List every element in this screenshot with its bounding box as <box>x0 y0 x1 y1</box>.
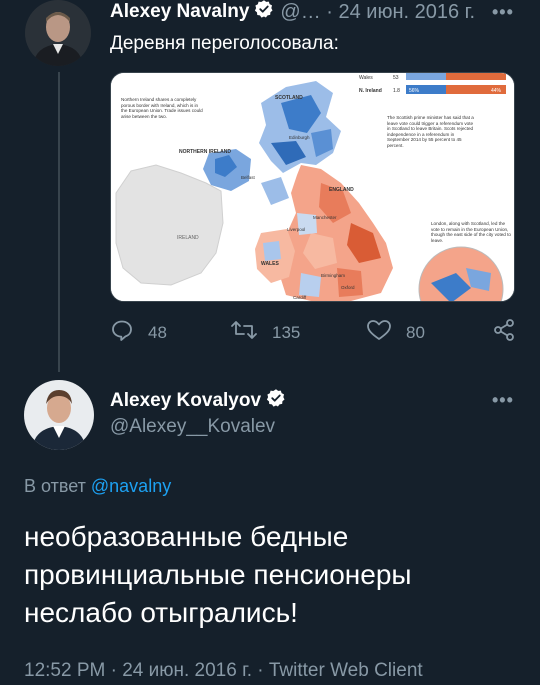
tweet2-header: Alexey Kovalyov <box>110 388 286 413</box>
retweet-count: 135 <box>272 322 301 342</box>
share-button[interactable] <box>492 318 530 347</box>
svg-text:1.8: 1.8 <box>393 88 400 94</box>
reply-to-line: В ответ @navalny <box>24 476 171 497</box>
svg-text:Birmingham: Birmingham <box>321 273 345 278</box>
navalny-avatar[interactable] <box>25 0 91 66</box>
tweet2-handle[interactable]: @Alexey__Kovalev <box>110 416 275 438</box>
tweet1-actions: 48 135 80 <box>110 318 520 350</box>
svg-text:Cardiff: Cardiff <box>293 295 307 300</box>
verified-badge-icon <box>266 388 286 413</box>
svg-text:Belfast: Belfast <box>241 175 256 180</box>
reply-icon <box>110 318 148 347</box>
like-icon <box>366 318 406 347</box>
tweet2-footer: 12:52 PM · 24 июн. 2016 г. · Twitter Web… <box>24 660 423 681</box>
note-london: London, along with Scotland, led the vot… <box>431 221 511 243</box>
tweet1-author-name[interactable]: Alexey Navalny <box>110 1 249 23</box>
reply-prefix: В ответ <box>24 476 91 496</box>
retweet-icon <box>230 318 272 347</box>
reply-count: 48 <box>148 322 167 342</box>
tweet1-text: Деревня переголосовала: <box>110 33 339 54</box>
kovalev-avatar[interactable] <box>24 380 94 450</box>
svg-text:WALES: WALES <box>261 261 279 267</box>
like-button[interactable]: 80 <box>366 318 425 347</box>
svg-text:Oxford: Oxford <box>341 285 355 290</box>
more-icon[interactable]: ••• <box>492 390 514 411</box>
svg-text:NORTHERN IRELAND: NORTHERN IRELAND <box>179 149 231 155</box>
svg-text:53: 53 <box>393 75 399 81</box>
more-icon[interactable]: ••• <box>492 2 514 23</box>
svg-text:SCOTLAND: SCOTLAND <box>275 95 303 101</box>
svg-text:N. Ireland: N. Ireland <box>359 88 382 94</box>
svg-text:Edinburgh: Edinburgh <box>289 135 310 140</box>
tweet2-text: необразованные бедные провинциальные пен… <box>24 521 412 628</box>
tweet2-author-name[interactable]: Alexey Kovalyov <box>110 390 261 412</box>
svg-text:ENGLAND: ENGLAND <box>329 187 354 193</box>
reply-button[interactable]: 48 <box>110 318 167 347</box>
thread-connector-line <box>58 72 60 372</box>
svg-text:Manchester: Manchester <box>313 215 337 220</box>
like-count: 80 <box>406 322 425 342</box>
tweet1-header: Alexey Navalny @… · 24 июн. 2016 г. <box>110 0 475 24</box>
svg-text:Liverpool: Liverpool <box>287 227 305 232</box>
svg-text:Wales: Wales <box>359 75 373 81</box>
reply-target-link[interactable]: @navalny <box>91 476 171 496</box>
tweet1-meta: @… · 24 июн. 2016 г. <box>280 0 476 23</box>
retweet-button[interactable]: 135 <box>230 318 300 347</box>
share-icon <box>492 318 530 347</box>
svg-text:56%: 56% <box>409 88 420 94</box>
verified-badge-icon <box>254 0 274 25</box>
tweet1-media-map[interactable]: Wales 53 N. Ireland 1.8 56% 44% SCOTLAND… <box>110 72 515 302</box>
svg-text:IRELAND: IRELAND <box>177 235 199 241</box>
note-ni-border: Northern Ireland shares a completely por… <box>121 97 203 119</box>
note-scotland: The Scottish prime minister has said tha… <box>387 115 474 148</box>
svg-text:44%: 44% <box>491 88 502 94</box>
